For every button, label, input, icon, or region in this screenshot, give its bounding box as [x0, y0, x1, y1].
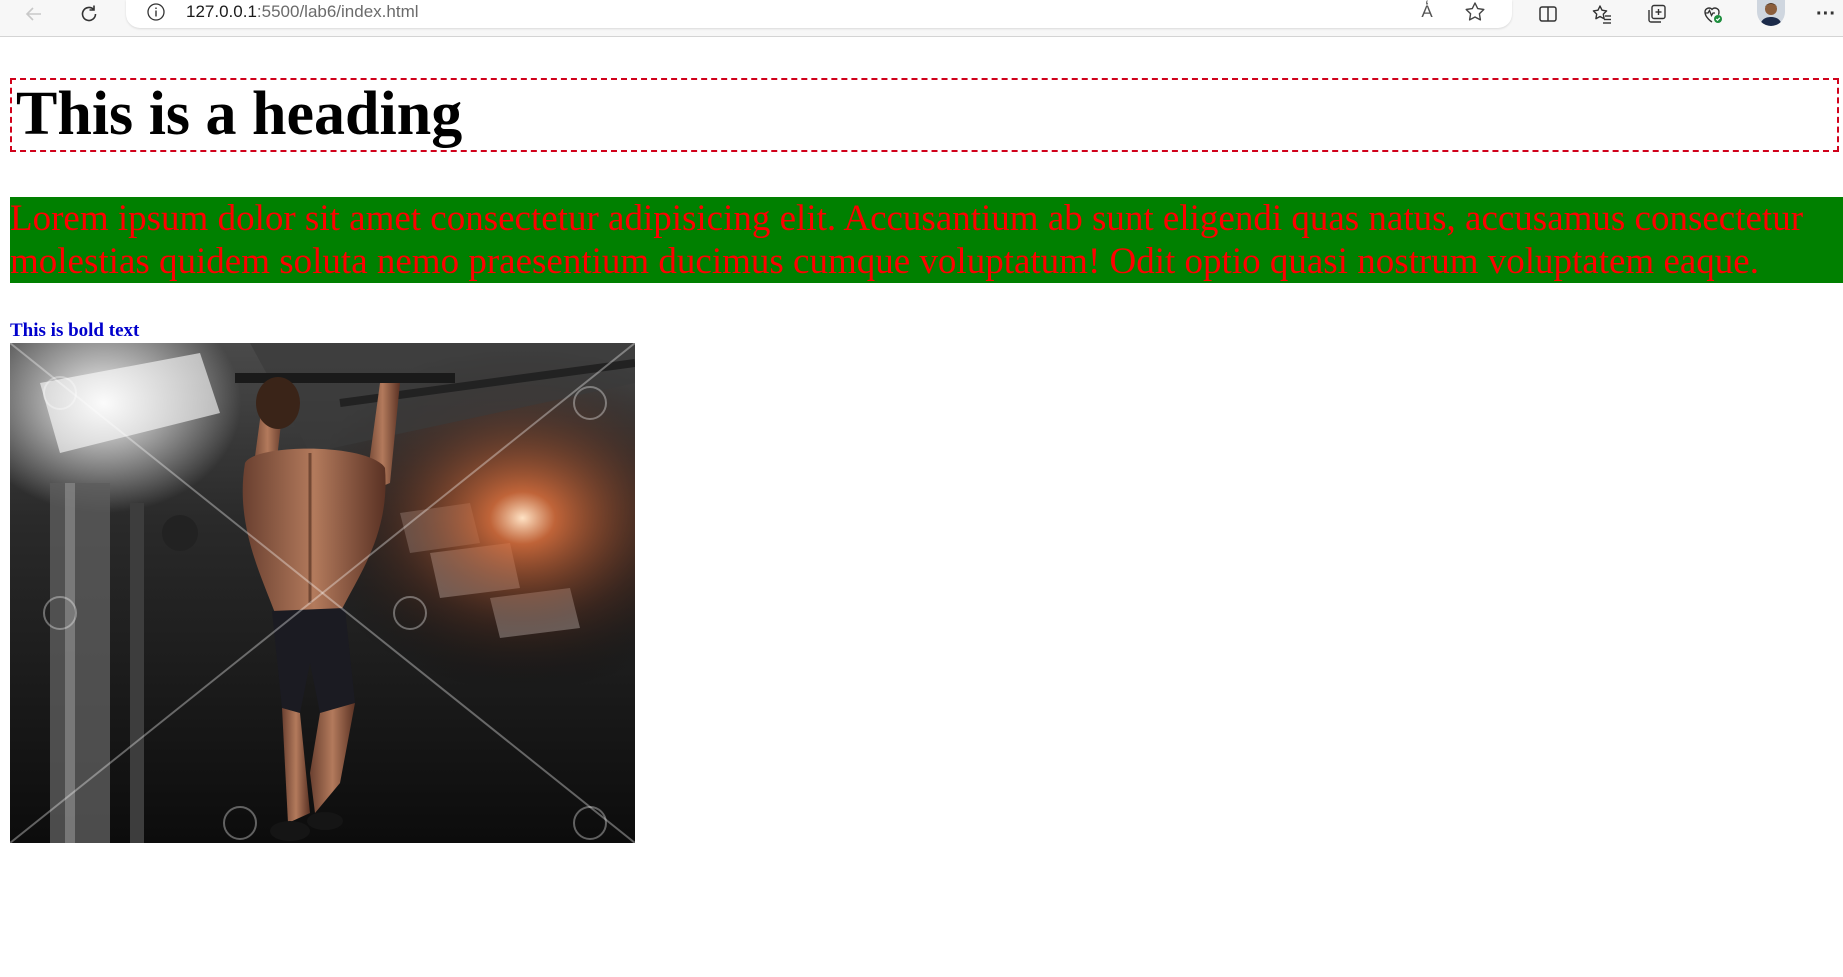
address-bar[interactable]: 127.0.0.1:5500/lab6/index.html A̒ — [126, 0, 1512, 28]
split-screen-button[interactable] — [1530, 0, 1566, 28]
browser-essentials-icon — [1704, 7, 1722, 23]
browser-essentials-button[interactable] — [1694, 0, 1730, 28]
more-button[interactable]: ··· — [1808, 0, 1843, 28]
more-icon: ··· — [1816, 2, 1836, 25]
browser-toolbar: 127.0.0.1:5500/lab6/index.html A̒ ··· — [0, 0, 1843, 37]
profile-avatar[interactable] — [1757, 0, 1785, 26]
url-text[interactable]: 127.0.0.1:5500/lab6/index.html — [186, 2, 419, 22]
refresh-button[interactable] — [71, 0, 107, 28]
site-info-icon[interactable] — [146, 2, 166, 22]
url-host: 127.0.0.1 — [186, 2, 257, 21]
collections-icon — [1648, 4, 1666, 23]
collections-button[interactable] — [1639, 0, 1675, 28]
page-content: This is a heading Lorem ipsum dolor sit … — [0, 37, 1843, 977]
back-icon — [25, 7, 41, 21]
back-button[interactable] — [16, 0, 52, 28]
read-aloud-button[interactable]: A̒ — [1414, 0, 1440, 24]
favorites-button[interactable] — [1584, 0, 1620, 28]
bold-text: This is bold text — [10, 320, 140, 341]
page-heading: This is a heading — [10, 78, 1839, 152]
split-screen-icon — [1539, 6, 1557, 22]
lorem-paragraph: Lorem ipsum dolor sit amet consectetur a… — [10, 197, 1843, 283]
favorite-button[interactable] — [1463, 0, 1489, 24]
gym-pullup-photo — [10, 343, 635, 843]
read-aloud-icon: A̒ — [1421, 2, 1433, 21]
favorite-star-icon — [1465, 2, 1485, 21]
favorites-icon — [1592, 5, 1611, 24]
url-path: :5500/lab6/index.html — [256, 2, 419, 21]
refresh-icon — [81, 5, 97, 22]
